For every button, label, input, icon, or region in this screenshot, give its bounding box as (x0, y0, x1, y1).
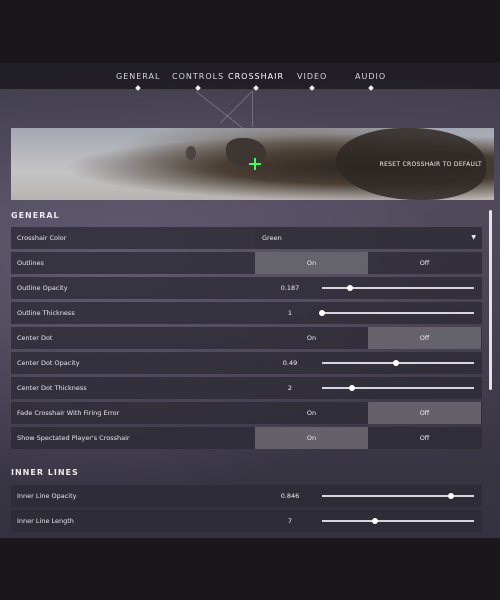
tab-controls-label: CONTROLS (172, 72, 225, 81)
row-label: Inner Line Length (17, 517, 74, 525)
slider-thumb[interactable] (372, 518, 379, 524)
tab-general[interactable]: GENERAL (116, 72, 161, 91)
slider-thumb[interactable] (447, 493, 454, 499)
tab-crosshair[interactable]: CROSSHAIR (228, 72, 285, 91)
slider-thumb[interactable] (347, 285, 354, 291)
tab-marker-icon (253, 85, 259, 91)
outline-opacity-value: 0.187 (280, 284, 300, 292)
row-show-spectated-crosshair: Show Spectated Player's Crosshair On Off (11, 427, 482, 449)
tab-general-label: GENERAL (116, 72, 161, 81)
outline-opacity-slider[interactable] (322, 287, 474, 289)
row-center-dot-opacity: Center Dot Opacity 0.49 (11, 352, 482, 374)
tab-marker-icon (309, 85, 316, 91)
fade-crosshair-off-button[interactable]: Off (368, 402, 481, 424)
decorative-line (252, 91, 253, 127)
crosshair-icon (249, 158, 261, 170)
slider-thumb[interactable] (393, 360, 400, 366)
slider-thumb[interactable] (349, 385, 356, 391)
row-label: Center Dot (17, 334, 53, 342)
outline-thickness-slider[interactable] (322, 312, 474, 314)
settings-scrollbar[interactable] (489, 210, 492, 390)
settings-frame: GENERAL CONTROLS CROSSHAIR VIDEO AUDIO R… (0, 63, 500, 538)
row-label: Outlines (17, 259, 44, 267)
top-nav: GENERAL CONTROLS CROSSHAIR VIDEO AUDIO (0, 63, 500, 91)
row-outline-opacity: Outline Opacity 0.187 (11, 277, 482, 299)
row-inner-line-length: Inner Line Length 7 (11, 510, 482, 532)
reset-crosshair-button[interactable]: RESET CROSSHAIR TO DEFAULT (380, 161, 482, 168)
center-dot-off-button[interactable]: Off (368, 327, 481, 349)
chevron-down-icon: ▼ (471, 234, 476, 241)
inner-line-opacity-value: 0.846 (280, 492, 300, 500)
row-label: Inner Line Opacity (17, 492, 77, 500)
center-dot-opacity-value: 0.49 (282, 359, 298, 367)
crosshair-preview: RESET CROSSHAIR TO DEFAULT (11, 128, 494, 200)
outline-thickness-value: 1 (287, 309, 293, 317)
row-inner-line-opacity: Inner Line Opacity 0.846 (11, 485, 482, 507)
tab-video-label: VIDEO (297, 72, 328, 81)
tab-audio[interactable]: AUDIO (355, 72, 387, 91)
row-fade-crosshair: Fade Crosshair With Firing Error On Off (11, 402, 482, 424)
row-label: Crosshair Color (17, 234, 67, 242)
outlines-on-button[interactable]: On (255, 252, 368, 274)
row-crosshair-color: Crosshair Color Green ▼ (11, 227, 482, 249)
tab-crosshair-label: CROSSHAIR (228, 72, 285, 81)
center-dot-on-button[interactable]: On (255, 327, 368, 349)
row-outlines: Outlines On Off (11, 252, 482, 274)
row-outline-thickness: Outline Thickness 1 (11, 302, 482, 324)
preview-scenery (186, 146, 196, 160)
dropdown-value: Green (262, 234, 282, 242)
row-center-dot: Center Dot On Off (11, 327, 482, 349)
row-label: Center Dot Opacity (17, 359, 80, 367)
center-dot-thickness-slider[interactable] (322, 387, 474, 389)
tab-audio-label: AUDIO (355, 72, 387, 81)
tab-marker-icon (135, 85, 142, 91)
row-label: Outline Opacity (17, 284, 68, 292)
center-dot-thickness-value: 2 (287, 384, 293, 392)
crosshair-color-dropdown[interactable]: Green ▼ (255, 227, 482, 249)
tab-video[interactable]: VIDEO (297, 72, 328, 91)
tab-controls[interactable]: CONTROLS (172, 72, 225, 91)
row-label: Outline Thickness (17, 309, 75, 317)
tab-marker-icon (367, 85, 374, 91)
row-center-dot-thickness: Center Dot Thickness 2 (11, 377, 482, 399)
row-label: Show Spectated Player's Crosshair (17, 434, 130, 442)
show-spectated-off-button[interactable]: Off (368, 427, 481, 449)
fade-crosshair-on-button[interactable]: On (255, 402, 368, 424)
row-label: Fade Crosshair With Firing Error (17, 409, 120, 417)
inner-line-length-value: 7 (287, 517, 293, 525)
section-title-general: GENERAL (11, 211, 60, 220)
row-label: Center Dot Thickness (17, 384, 87, 392)
decorative-line (219, 91, 253, 124)
outlines-off-button[interactable]: Off (368, 252, 481, 274)
slider-thumb[interactable] (319, 310, 325, 316)
section-title-inner-lines: INNER LINES (11, 468, 79, 477)
inner-line-length-slider[interactable] (322, 520, 474, 522)
show-spectated-on-button[interactable]: On (255, 427, 368, 449)
